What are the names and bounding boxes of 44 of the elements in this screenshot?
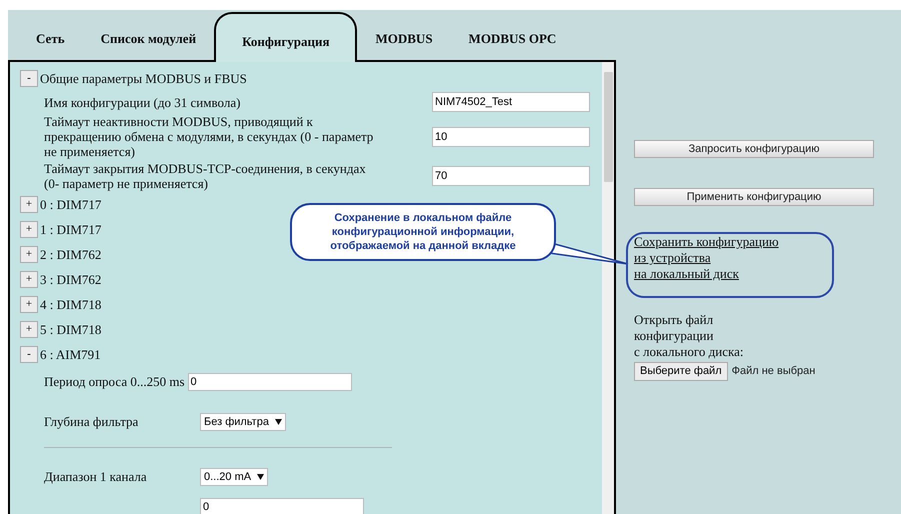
- field-label: Диапазон 1 канала: [44, 468, 148, 486]
- tab[interactable]: Сеть: [18, 18, 83, 60]
- field-label: Глубина фильтра: [44, 413, 140, 432]
- caret-icon: [274, 419, 282, 425]
- toggle-button[interactable]: +: [20, 196, 38, 213]
- caret-icon: [257, 474, 264, 480]
- section-title: 4 : DIM718: [40, 296, 102, 314]
- toggle-button[interactable]: +: [20, 271, 38, 288]
- field-label: Таймаут неактивности MODBUS, приводящий к прекращению обмена с модулями, в секундах (0 - параметр не применяется): [44, 114, 374, 159]
- field-label: Период опроса 0...250 ms: [44, 373, 185, 392]
- toggle-button[interactable]: +: [20, 296, 38, 313]
- scrollbar[interactable]: [602, 62, 614, 514]
- dropdown[interactable]: Без фильтра: [200, 413, 286, 431]
- tab[interactable]: Конфигурация: [214, 12, 358, 62]
- tab[interactable]: MODBUS: [357, 18, 451, 60]
- toggle-button[interactable]: +: [20, 321, 38, 338]
- action-button[interactable]: Применить конфигурацию: [634, 188, 874, 206]
- text-field[interactable]: 0: [200, 498, 364, 514]
- save-link[interactable]: Сохранить конфигурацию из устройства на локальный диск: [634, 234, 779, 282]
- section-title: 5 : DIM718: [40, 320, 102, 339]
- action-button[interactable]: Запросить конфигурацию: [634, 140, 874, 158]
- section-title: 0 : DIM717: [40, 196, 102, 214]
- section-title: Общие параметры MODBUS и FBUS: [40, 70, 247, 88]
- toggle-button[interactable]: +: [20, 246, 38, 263]
- field-label: Таймаут закрытия MODBUS-TCP-соединения, в секундах (0- параметр не применяется): [44, 161, 367, 191]
- file-status: Файл не выбран: [732, 364, 816, 380]
- text-field[interactable]: 10: [432, 126, 590, 146]
- toggle-button[interactable]: +: [20, 221, 38, 238]
- text-field[interactable]: NIM74502_Test: [432, 92, 590, 112]
- callout-bubble: Сохранение в локальном файле конфигурационной информации, отображаемой на данной вкладке: [290, 203, 556, 261]
- open-file-text: Открыть файл конфигурации с локального диска:: [634, 312, 744, 360]
- dropdown[interactable]: 0...20 mA: [200, 468, 268, 486]
- tab[interactable]: Список модулей: [82, 18, 214, 60]
- text-field[interactable]: 0: [188, 373, 352, 391]
- section-title: 6 : AIM791: [40, 346, 101, 364]
- toggle-button[interactable]: -: [20, 346, 38, 363]
- toggle-button[interactable]: -: [20, 70, 38, 87]
- section-title: 1 : DIM717: [40, 220, 102, 239]
- choose-file-button[interactable]: Выберите файл: [634, 362, 728, 381]
- section-title: 2 : DIM762: [40, 246, 102, 264]
- section-title: 3 : DIM762: [40, 270, 102, 289]
- tab[interactable]: MODBUS OPC: [450, 18, 574, 60]
- field-label: Имя конфигурации (до 31 символа): [44, 94, 242, 110]
- text-field[interactable]: 70: [432, 166, 590, 186]
